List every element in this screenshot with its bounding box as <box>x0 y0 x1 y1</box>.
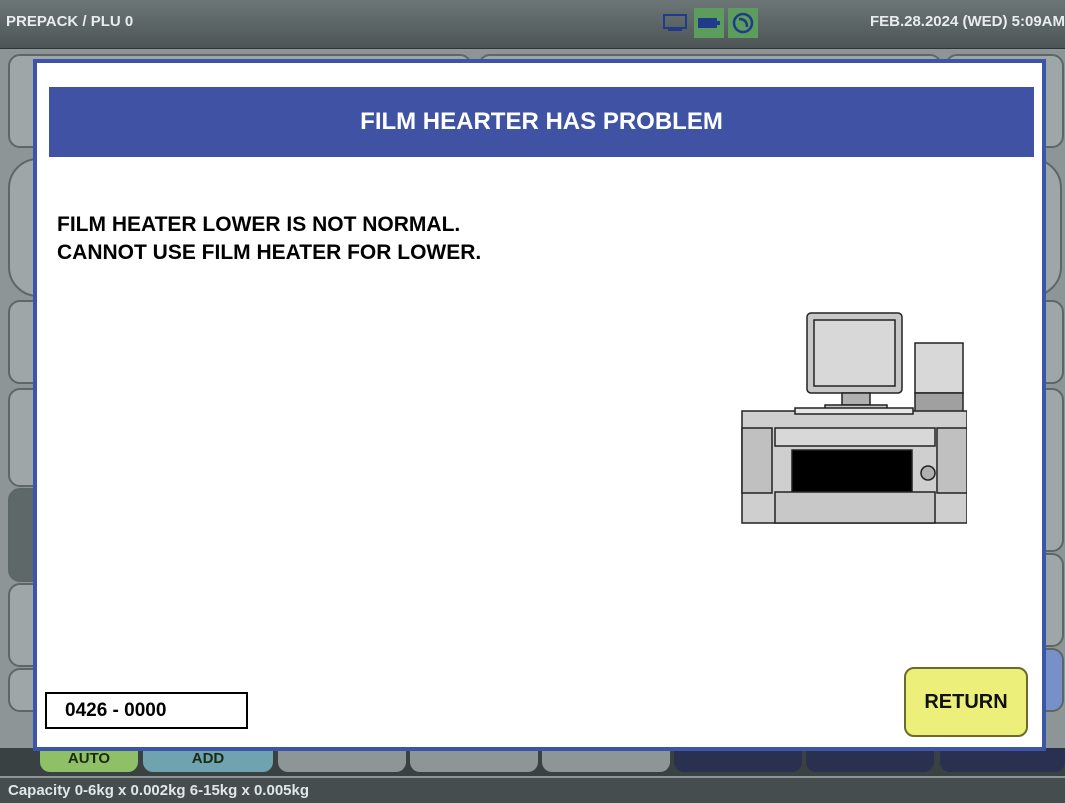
packaging-machine-icon <box>741 312 967 524</box>
error-dialog: FILM HEARTER HAS PROBLEM FILM HEATER LOW… <box>33 59 1046 751</box>
battery-icon <box>694 8 724 38</box>
tab-empty[interactable] <box>674 748 802 772</box>
network-icon <box>728 8 758 38</box>
error-message-line-1: FILM HEATER LOWER IS NOT NORMAL. <box>57 213 461 236</box>
tab-auto[interactable]: AUTO <box>40 748 138 772</box>
tab-empty[interactable] <box>542 748 670 772</box>
capacity-text: Capacity 0-6kg x 0.002kg 6-15kg x 0.005k… <box>8 782 310 799</box>
status-icons <box>660 8 758 38</box>
top-bar: PREPACK / PLU 0 FEB.28.2024 (WED) 5:09AM <box>0 0 1065 49</box>
bottom-tab-row: AUTO ADD <box>0 748 1065 776</box>
capacity-statusbar: Capacity 0-6kg x 0.002kg 6-15kg x 0.005k… <box>0 778 1065 803</box>
return-button[interactable]: RETURN <box>904 667 1028 737</box>
error-message: FILM HEATER LOWER IS NOT NORMAL. CANNOT … <box>57 211 481 267</box>
error-code: 0426 - 0000 <box>45 692 248 729</box>
error-message-line-2: CANNOT USE FILM HEATER FOR LOWER. <box>57 241 482 264</box>
tab-add[interactable]: ADD <box>143 748 273 772</box>
tab-empty[interactable] <box>410 748 538 772</box>
dialog-title: FILM HEARTER HAS PROBLEM <box>49 87 1034 157</box>
tab-empty[interactable] <box>940 748 1065 772</box>
tab-add-label: ADD <box>191 750 225 767</box>
tab-auto-label: AUTO <box>67 750 111 767</box>
tab-empty[interactable] <box>278 748 406 772</box>
tab-empty[interactable] <box>806 748 934 772</box>
display-icon <box>660 8 690 38</box>
datetime: FEB.28.2024 (WED) 5:09AM <box>869 13 1065 30</box>
mode-label: PREPACK / PLU 0 <box>6 13 134 30</box>
